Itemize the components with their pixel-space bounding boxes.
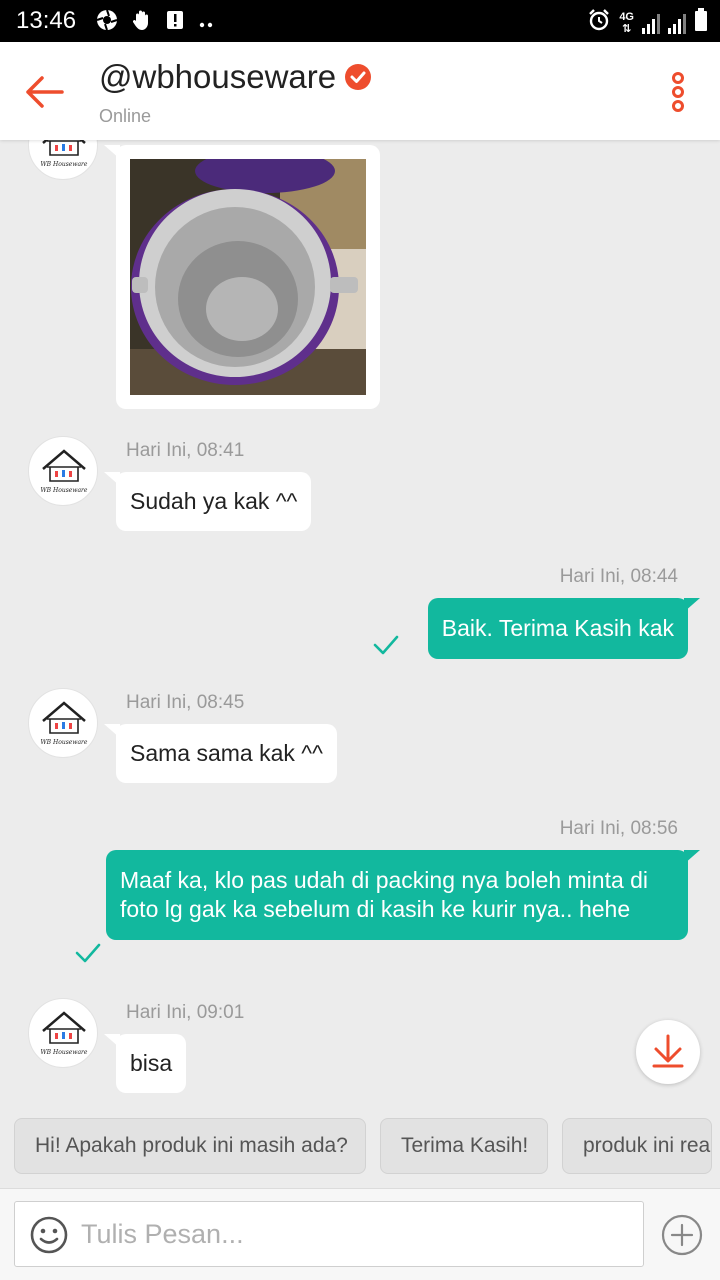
sent-check-icon	[373, 635, 399, 655]
chat-title: @wbhouseware	[99, 58, 337, 95]
message-timestamp: Hari Ini, 08:41	[126, 440, 245, 461]
message-input[interactable]	[81, 1212, 631, 1256]
message-timestamp: Hari Ini, 09:01	[126, 1002, 245, 1023]
system-icons: 4G ⇅	[587, 8, 708, 37]
download-icon	[652, 1034, 684, 1068]
shop-avatar[interactable]: WB Houseware	[28, 436, 98, 506]
alert-icon	[166, 10, 184, 36]
hand-icon	[132, 9, 152, 37]
outgoing-message-bubble[interactable]: Maaf ka, klo pas udah di packing nya bol…	[106, 850, 700, 940]
product-photo[interactable]	[130, 159, 366, 395]
svg-text:WB Houseware: WB Houseware	[41, 487, 88, 494]
shop-logo-icon: WB Houseware	[41, 701, 88, 746]
message-timestamp: Hari Ini, 08:44	[559, 566, 678, 587]
more-notifications-icon	[198, 11, 214, 35]
svg-text:WB Houseware: WB Houseware	[41, 1049, 88, 1056]
shop-avatar[interactable]: WB Houseware	[28, 140, 98, 180]
shop-logo-icon: WB Houseware	[41, 140, 88, 168]
back-button[interactable]	[22, 70, 66, 114]
quick-reply-chip[interactable]: Terima Kasih!	[380, 1118, 548, 1174]
aperture-icon	[96, 9, 118, 37]
outgoing-message-bubble[interactable]: Baik. Terima Kasih kak	[427, 598, 701, 659]
shop-logo-icon: WB Houseware	[41, 449, 88, 494]
chat-header: @wbhouseware Online	[0, 42, 720, 140]
more-options-button[interactable]	[666, 70, 690, 114]
image-message-bubble[interactable]	[104, 145, 380, 409]
battery-icon	[694, 8, 708, 37]
arrow-left-icon	[26, 76, 64, 108]
svg-text:WB Houseware: WB Houseware	[41, 161, 88, 168]
composer-bar	[0, 1188, 720, 1280]
message-timestamp: Hari Ini, 08:56	[559, 818, 678, 839]
quick-reply-chip[interactable]: produk ini ready	[562, 1118, 712, 1174]
signal-icon	[642, 12, 660, 34]
incoming-message-bubble[interactable]: Sudah ya kak ^^	[103, 472, 312, 531]
message-timestamp: Hari Ini, 08:45	[126, 692, 245, 713]
sent-check-icon	[75, 943, 101, 963]
message-list[interactable]: WB Houseware WB Houseware Hari Ini, 08:4…	[0, 140, 720, 1100]
network-type: 4G ⇅	[619, 10, 634, 35]
status-bar: 13:46 4G ⇅	[0, 0, 720, 42]
alarm-icon	[587, 8, 611, 37]
message-input-box[interactable]	[14, 1201, 644, 1267]
shop-avatar[interactable]: WB Houseware	[28, 688, 98, 758]
verified-badge-icon	[345, 64, 372, 90]
status-time: 13:46	[16, 7, 77, 34]
emoji-icon[interactable]	[29, 1215, 69, 1255]
quick-reply-chip[interactable]: Hi! Apakah produk ini masih ada?	[14, 1118, 366, 1174]
quick-replies: Hi! Apakah produk ini masih ada? Terima …	[0, 1108, 720, 1188]
more-vertical-icon	[672, 72, 684, 112]
incoming-message-bubble[interactable]: bisa	[103, 1034, 187, 1093]
signal-icon-sim2	[668, 12, 686, 34]
plus-circle-icon[interactable]	[660, 1213, 704, 1257]
incoming-message-bubble[interactable]: Sama sama kak ^^	[104, 724, 337, 783]
notification-icons	[96, 9, 214, 37]
online-status: Online	[99, 106, 152, 126]
chat-title-area[interactable]: @wbhouseware	[99, 58, 372, 96]
svg-text:WB Houseware: WB Houseware	[41, 739, 88, 746]
download-button[interactable]	[636, 1020, 700, 1084]
shop-logo-icon: WB Houseware	[41, 1011, 88, 1056]
shop-avatar[interactable]: WB Houseware	[28, 998, 98, 1068]
